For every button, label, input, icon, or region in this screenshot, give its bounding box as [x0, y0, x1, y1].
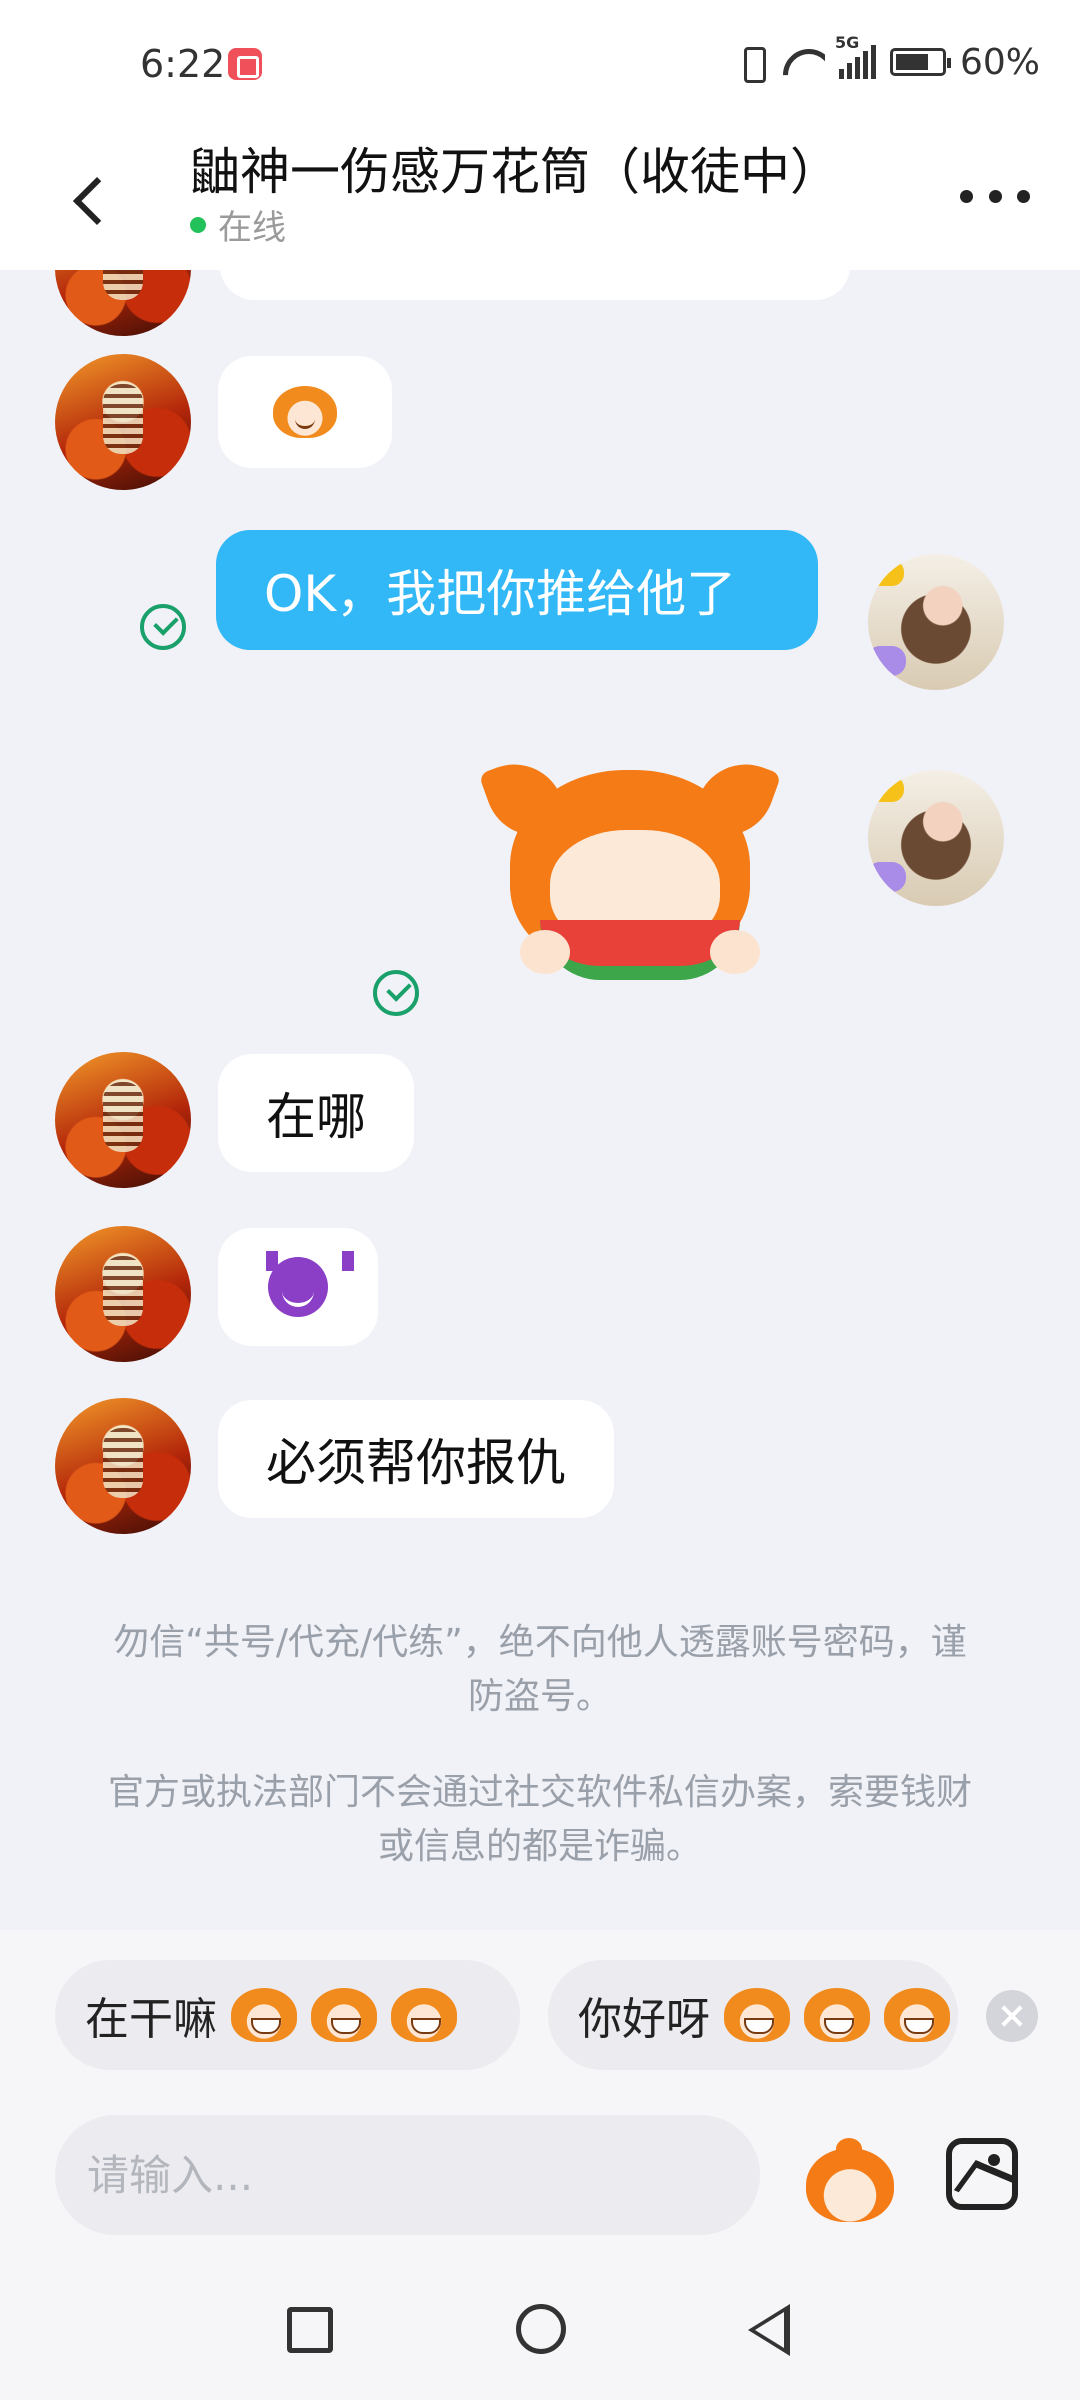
message-text: 在哪 — [266, 1088, 366, 1146]
message-bubble-received[interactable]: 必须帮你报仇 — [218, 1400, 614, 1518]
notification-icon — [228, 48, 262, 80]
wide-eyed-mascot-emoji — [884, 1988, 950, 2042]
more-options-icon[interactable] — [960, 176, 1030, 216]
recents-icon[interactable] — [287, 2307, 333, 2353]
read-check-icon — [373, 970, 419, 1016]
sticker-picker-icon[interactable] — [802, 2138, 898, 2226]
back-arrow-icon[interactable] — [60, 150, 120, 250]
quick-reply-chip[interactable]: 在干嘛 — [55, 1960, 520, 2070]
security-notice: 勿信“共号/代充/代练”，绝不向他人透露账号密码，谨防盗号。 — [113, 1622, 967, 1717]
status-bar: 6:22 5G 60% — [0, 0, 1080, 130]
battery-icon — [889, 48, 951, 76]
chat-header: 鼬神一伤感万花筒（收徒中） 在线 — [0, 130, 1080, 270]
contact-name: 鼬神一伤感万花筒（收徒中） — [190, 143, 840, 201]
quick-reply-chip[interactable]: 你好呀 — [548, 1960, 958, 2070]
message-list[interactable]: OK，我把你推给他了 在哪 必须帮你报仇 勿信“共号/代充/代练”，绝不向他人透… — [0, 270, 1080, 1930]
message-bubble-emoji[interactable] — [218, 1228, 378, 1346]
status-time: 6:22 — [140, 42, 226, 86]
my-avatar[interactable] — [868, 770, 1004, 906]
input-bar — [0, 2080, 1080, 2260]
grinning-mascot-emoji — [311, 1988, 377, 2042]
friend-avatar[interactable] — [55, 270, 191, 336]
friend-avatar[interactable] — [55, 1226, 191, 1362]
signal-icon: 5G — [835, 33, 876, 79]
grinning-mascot-emoji — [231, 1988, 297, 2042]
presence-status: 在线 — [190, 200, 286, 249]
wide-eyed-mascot-emoji — [804, 1988, 870, 2042]
presence-label: 在线 — [218, 208, 286, 248]
close-quick-replies-icon[interactable] — [986, 1990, 1038, 2042]
online-dot-icon — [190, 216, 206, 233]
nav-back-icon[interactable] — [748, 2304, 790, 2356]
home-icon[interactable] — [516, 2304, 566, 2354]
message-bubble-received[interactable]: 在哪 — [218, 1054, 414, 1172]
message-text: 必须帮你报仇 — [266, 1434, 566, 1492]
message-text: OK，我把你推给他了 — [264, 565, 737, 623]
message-bubble-partial[interactable] — [220, 270, 850, 300]
grinning-mascot-emoji — [391, 1988, 457, 2042]
image-picker-icon[interactable] — [946, 2138, 1018, 2210]
quick-reply-label: 你好呀 — [578, 1994, 710, 2045]
friend-avatar[interactable] — [55, 1398, 191, 1534]
system-nav-bar — [0, 2260, 1080, 2400]
battery-level: 60% — [959, 41, 1040, 83]
quick-reply-bar: 在干嘛 你好呀 — [0, 1930, 1080, 2080]
vibrate-icon — [735, 45, 769, 83]
smiling-devil-emoji — [266, 1251, 354, 1317]
friend-avatar[interactable] — [55, 354, 191, 490]
my-avatar[interactable] — [868, 554, 1004, 690]
friend-avatar[interactable] — [55, 1052, 191, 1188]
message-bubble-sent[interactable]: OK，我把你推给他了 — [216, 530, 818, 650]
quick-reply-label: 在干嘛 — [85, 1994, 217, 2045]
network-type: 5G — [834, 33, 860, 52]
mascot-eating-watermelon-sticker[interactable] — [478, 750, 790, 1050]
wifi-icon — [783, 45, 825, 79]
mascot-face-emoji — [273, 386, 337, 438]
status-icons: 5G 60% — [735, 33, 1040, 84]
fraud-notice: 官方或执法部门不会通过社交软件私信办案，索要钱财或信息的都是诈骗。 — [107, 1772, 972, 1867]
message-bubble-emoji[interactable] — [218, 356, 392, 468]
read-check-icon — [140, 604, 186, 650]
message-input[interactable] — [55, 2115, 760, 2235]
wide-eyed-mascot-emoji — [724, 1988, 790, 2042]
